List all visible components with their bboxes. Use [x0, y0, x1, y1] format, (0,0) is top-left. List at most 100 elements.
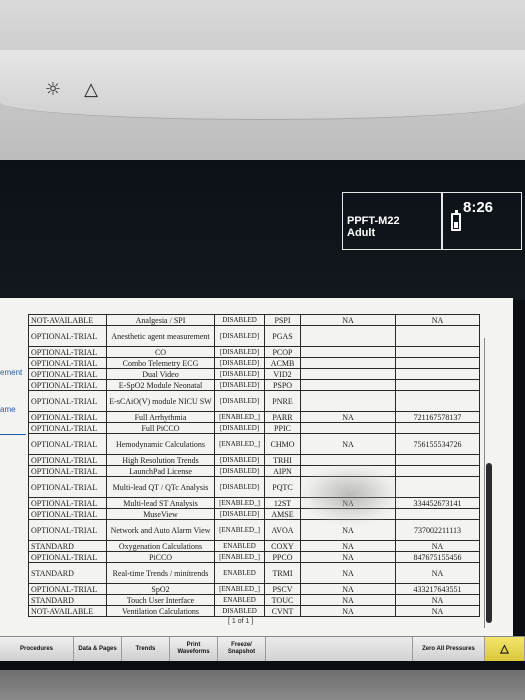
table-row: STANDARD Real-time Trends / minitrends ENA… [28, 562, 480, 584]
value2-cell [395, 368, 480, 380]
value2-cell: 847675155456 [395, 551, 480, 563]
feature-cell: Anesthetic agent measurement [106, 325, 215, 347]
table-row: OPTIONAL-TRIAL Multi-lead QT / QTc Analys… [28, 476, 480, 498]
table-row: OPTIONAL-TRIAL PiCCO [ENABLED_] PPCO NA 84767… [28, 551, 480, 563]
menu-spacer [266, 637, 413, 661]
patient-info-box[interactable]: PPFT-M22 Adult [342, 192, 442, 250]
value2-cell [395, 422, 480, 434]
value2-cell: NA [395, 605, 480, 617]
value2-cell: 721167578137 [395, 411, 480, 423]
feature-cell: MuseView [106, 508, 215, 520]
status-cell: STANDARD [28, 594, 107, 606]
value1-cell: NA [300, 433, 396, 455]
data-pages-button[interactable]: Data & Pages [74, 637, 122, 661]
value2-cell [395, 476, 480, 498]
table-row: OPTIONAL-TRIAL Hemodynamic Calculations [E… [28, 433, 480, 455]
feature-cell: Multi-lead ST Analysis [106, 497, 215, 509]
value2-cell: 433217643551 [395, 583, 480, 595]
value1-cell [300, 422, 396, 434]
table-row: OPTIONAL-TRIAL Full PiCCO [DISABLED] PPIC [28, 422, 480, 434]
feature-cell: Network and Auto Alarm View [106, 519, 215, 541]
status-cell: OPTIONAL-TRIAL [28, 390, 107, 412]
table-row: STANDARD Oxygenation Calculations ENABLED C… [28, 540, 480, 552]
license-cell: [ENABLED_] [214, 519, 265, 541]
value1-cell [300, 390, 396, 412]
feature-cell: PiCCO [106, 551, 215, 563]
procedures-button[interactable]: Procedures [0, 637, 74, 661]
license-cell: ENABLED [214, 562, 265, 584]
trends-button[interactable]: Trends [122, 637, 170, 661]
code-cell: PSPI [264, 314, 301, 326]
status-cell: OPTIONAL-TRIAL [28, 433, 107, 455]
code-cell: TRMI [264, 562, 301, 584]
license-cell: [DISABLED] [214, 325, 265, 347]
table-row: OPTIONAL-TRIAL SpO2 [ENABLED_] PSCV NA 433217… [28, 583, 480, 595]
value1-cell: NA [300, 314, 396, 326]
value1-cell: NA [300, 540, 396, 552]
license-cell: [DISABLED] [214, 357, 265, 369]
status-cell: OPTIONAL-TRIAL [28, 422, 107, 434]
feature-cell: E-SpO2 Module Neonatal [106, 379, 215, 391]
feature-cell: Dual Video [106, 368, 215, 380]
license-cell: [DISABLED] [214, 379, 265, 391]
value2-cell [395, 379, 480, 391]
status-cell: OPTIONAL-TRIAL [28, 508, 107, 520]
code-cell: CVNT [264, 605, 301, 617]
alarm-triangle-icon[interactable]: △ [80, 78, 102, 100]
license-cell: [DISABLED] [214, 346, 265, 358]
value1-cell [300, 368, 396, 380]
code-cell: VID2 [264, 368, 301, 380]
table-row: OPTIONAL-TRIAL Anesthetic agent measureme… [28, 325, 480, 347]
options-table: NOT-AVAILABLE Analgesia / SPI DISABLED PSPI… [28, 314, 480, 617]
zero-all-pressures-button[interactable]: Zero All Pressures [413, 637, 485, 661]
status-cell: OPTIONAL-TRIAL [28, 379, 107, 391]
value1-cell [300, 379, 396, 391]
status-cell: OPTIONAL-TRIAL [28, 583, 107, 595]
page-indicator: [ 1 of 1 ] [228, 618, 254, 625]
license-cell: [ENABLED_] [214, 497, 265, 509]
table-row: OPTIONAL-TRIAL Multi-lead ST Analysis [ENA… [28, 497, 480, 509]
code-cell: PNRE [264, 390, 301, 412]
code-cell: PCOP [264, 346, 301, 358]
bell-icon: △ [500, 642, 509, 655]
code-cell: PSCV [264, 583, 301, 595]
code-cell: PSPO [264, 379, 301, 391]
patient-category-label: Adult [347, 227, 376, 239]
code-cell: PGAS [264, 325, 301, 347]
code-cell: AIPN [264, 465, 301, 477]
table-row: OPTIONAL-TRIAL Full Arrhythmia [ENABLED_] P… [28, 411, 480, 423]
alarm-silence-button[interactable]: △ [485, 637, 525, 661]
status-cell: OPTIONAL-TRIAL [28, 411, 107, 423]
value2-cell [395, 346, 480, 358]
value2-cell [395, 465, 480, 477]
feature-cell: Combo Telemetry ECG [106, 357, 215, 369]
value1-cell: NA [300, 551, 396, 563]
license-cell: [DISABLED] [214, 465, 265, 477]
freeze-snapshot-button[interactable]: Freeze/ Snapshot [218, 637, 266, 661]
code-cell: CHMO [264, 433, 301, 455]
hardware-alarm-buttons: ☼ △ [42, 78, 102, 100]
license-cell: [ENABLED_] [214, 433, 265, 455]
table-row: OPTIONAL-TRIAL LaunchPad License [DISABLED… [28, 465, 480, 477]
scrollbar-thumb[interactable] [486, 463, 492, 623]
status-cell: OPTIONAL-TRIAL [28, 325, 107, 347]
value2-cell: NA [395, 562, 480, 584]
value2-cell: NA [395, 594, 480, 606]
value1-cell: NA [300, 562, 396, 584]
code-cell: AMSE [264, 508, 301, 520]
value1-cell [300, 346, 396, 358]
status-cell: OPTIONAL-TRIAL [28, 476, 107, 498]
clock-time: 8:26 [463, 199, 494, 216]
value2-cell [395, 357, 480, 369]
license-cell: [ENABLED_] [214, 583, 265, 595]
status-cell: NOT-AVAILABLE [28, 314, 107, 326]
alarm-pause-icon[interactable]: ☼ [42, 78, 64, 100]
feature-cell: High Resolution Trends [106, 454, 215, 466]
value2-cell [395, 325, 480, 347]
print-waveforms-button[interactable]: Print Waveforms [170, 637, 218, 661]
license-cell: [DISABLED] [214, 368, 265, 380]
monitor-screen: PPFT-M22 Adult 8:26 ement ame NOT-AVAILA… [0, 160, 525, 670]
code-cell: TRHI [264, 454, 301, 466]
value1-cell [300, 325, 396, 347]
table-row: STANDARD Touch User Interface ENABLED TOUC N… [28, 594, 480, 606]
